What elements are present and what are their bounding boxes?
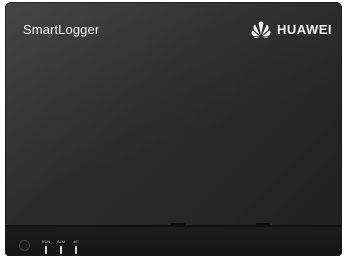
product-name: SmartLogger xyxy=(23,22,100,37)
status-indicators: RUN ALM 4G xyxy=(40,239,82,254)
power-button-icon[interactable] xyxy=(19,240,30,251)
smartlogger-device: SmartLogger HUAWEI RUN ALM 4G xyxy=(5,2,342,256)
indicator-alm: ALM xyxy=(55,239,67,254)
indicator-label: ALM xyxy=(56,239,66,244)
led-light-icon xyxy=(75,246,77,254)
brand-name: HUAWEI xyxy=(277,21,332,37)
indicator-label: RUN xyxy=(41,239,51,244)
indicator-4g: 4G xyxy=(70,239,82,254)
huawei-logo-icon xyxy=(251,21,271,38)
indicator-label: 4G xyxy=(73,239,79,244)
brand-mark: HUAWEI xyxy=(250,20,332,38)
indicator-run: RUN xyxy=(40,239,52,254)
led-light-icon xyxy=(45,246,47,254)
led-light-icon xyxy=(60,246,62,254)
